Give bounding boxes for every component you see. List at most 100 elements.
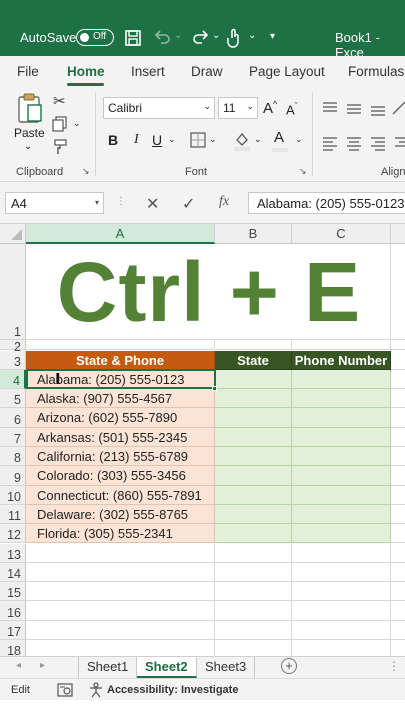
grid-cell[interactable] (215, 601, 292, 621)
grid-cell[interactable] (391, 601, 405, 621)
row-header-2[interactable]: 2 (0, 340, 26, 354)
grid-cell[interactable] (292, 562, 391, 583)
redo-icon[interactable] (191, 29, 211, 47)
table-header-cell[interactable]: State (215, 350, 292, 370)
state-cell[interactable] (215, 466, 292, 486)
name-box[interactable]: A4 ▾ (5, 192, 104, 214)
font-color-dropdown-icon[interactable]: ⌄ (295, 134, 303, 145)
sheet-tab-sheet3[interactable]: Sheet3 (197, 657, 256, 678)
scroll-left-icon[interactable]: ◂ (16, 660, 21, 671)
copy-dropdown-icon[interactable]: ⌄ (73, 118, 81, 129)
tab-draw[interactable]: Draw (191, 64, 223, 79)
accessibility-status[interactable]: Accessibility: Investigate (107, 684, 238, 696)
state-phone-cell[interactable]: Arizona: (602) 555-7890 (26, 408, 215, 428)
tab-page-layout[interactable]: Page Layout (249, 64, 325, 79)
column-header-c[interactable]: C (292, 224, 391, 244)
row-header-14[interactable]: 14 (0, 562, 26, 583)
underline-dropdown-icon[interactable]: ⌄ (168, 134, 176, 145)
row-header-16[interactable]: 16 (0, 601, 26, 621)
grid-cell[interactable] (26, 640, 215, 656)
autosave-toggle[interactable]: Off (76, 29, 114, 46)
grid-cell[interactable] (26, 340, 215, 350)
paste-icon[interactable] (16, 92, 44, 124)
phone-number-cell[interactable] (292, 408, 391, 428)
grid-cell[interactable] (292, 620, 391, 640)
state-phone-cell[interactable]: Alaska: (907) 555-4567 (26, 389, 215, 409)
grid-cell[interactable] (26, 601, 215, 621)
grid-cell[interactable] (391, 582, 405, 602)
state-cell[interactable] (215, 427, 292, 447)
state-cell[interactable] (215, 408, 292, 428)
row-header-10[interactable]: 10 (0, 485, 26, 505)
grid-cell[interactable] (391, 524, 405, 544)
grid-cell[interactable] (292, 543, 391, 563)
row-header-1[interactable]: 1 (0, 244, 26, 340)
bold-button[interactable]: B (108, 132, 118, 148)
grid-cell[interactable] (391, 408, 405, 428)
fill-color-icon[interactable] (233, 130, 251, 152)
paste-label[interactable]: Paste (14, 126, 45, 140)
state-phone-cell[interactable]: Colorado: (303) 555-3456 (26, 466, 215, 486)
grow-font-icon[interactable]: A^ (263, 99, 277, 117)
grid-cell[interactable] (391, 244, 405, 340)
grid-cell[interactable] (391, 640, 405, 656)
formula-bar-grip-icon[interactable]: ⋮ (116, 196, 126, 207)
format-painter-icon[interactable] (53, 139, 69, 155)
grid-cell[interactable] (292, 340, 391, 350)
state-cell[interactable] (215, 369, 292, 390)
row-header-9[interactable]: 9 (0, 466, 26, 486)
grid-cell[interactable] (391, 389, 405, 409)
column-header-a[interactable]: A (26, 224, 215, 244)
grid-cell[interactable] (391, 544, 405, 563)
grid-cell[interactable] (26, 620, 215, 640)
row-header-12[interactable]: 12 (0, 524, 26, 544)
font-name-dropdown-icon[interactable]: ⌄ (203, 101, 211, 112)
grid-cell[interactable] (215, 582, 292, 602)
column-header-b[interactable]: B (215, 224, 292, 244)
tab-formulas[interactable]: Formulas (348, 64, 404, 79)
phone-number-cell[interactable] (292, 524, 391, 544)
grid-cell[interactable] (391, 621, 405, 640)
grid-cell[interactable] (215, 543, 292, 563)
row-header-13[interactable]: 13 (0, 543, 26, 563)
state-cell[interactable] (215, 389, 292, 409)
underline-button[interactable]: U (152, 132, 162, 148)
row-header-8[interactable]: 8 (0, 447, 26, 467)
fill-handle[interactable] (212, 386, 217, 391)
table-header-cell[interactable]: Phone Number (292, 350, 391, 370)
state-phone-cell[interactable]: Connecticut: (860) 555-7891 (26, 485, 215, 505)
worksheet-grid[interactable]: A B C 1 2 3 4 5 6 7 8 9 10 11 12 13 14 15 16 17 18 State … (0, 224, 405, 656)
macro-record-icon[interactable] (57, 683, 73, 697)
phone-number-cell[interactable] (292, 447, 391, 467)
big-title-text[interactable]: Ctrl + E (27, 244, 391, 340)
borders-dropdown-icon[interactable]: ⌄ (209, 134, 217, 145)
undo-icon[interactable] (152, 29, 172, 47)
grid-cell[interactable] (26, 543, 215, 563)
sheet-options-icon[interactable]: ⋮ (388, 659, 400, 673)
table-header-cell[interactable]: State & Phone (26, 350, 215, 370)
paste-dropdown-icon[interactable]: ⌄ (24, 141, 32, 152)
grid-cell[interactable] (391, 466, 405, 486)
fill-color-dropdown-icon[interactable]: ⌄ (254, 134, 262, 145)
grid-cell[interactable] (215, 640, 292, 656)
redo-dropdown-icon[interactable]: ⌄ (212, 30, 220, 41)
grid-cell[interactable] (391, 486, 405, 505)
touch-dropdown-icon[interactable]: ⌄ (248, 30, 256, 41)
row-header-18[interactable]: 18 (0, 640, 26, 656)
grid-cell[interactable] (292, 640, 391, 656)
insert-function-icon[interactable]: fx (219, 194, 229, 210)
grid-cell[interactable] (391, 340, 405, 350)
add-sheet-icon[interactable]: + (281, 658, 297, 674)
grid-cell[interactable] (215, 340, 292, 350)
row-header-6[interactable]: 6 (0, 408, 26, 428)
grid-cell[interactable] (292, 582, 391, 602)
shrink-font-icon[interactable]: Aˇ (286, 101, 298, 117)
clipboard-launcher-icon[interactable]: ↘ (82, 166, 90, 177)
column-header-d[interactable] (391, 224, 405, 244)
grid-cell[interactable] (292, 601, 391, 621)
font-launcher-icon[interactable]: ↘ (299, 166, 307, 177)
state-cell[interactable] (215, 524, 292, 544)
tab-home[interactable]: Home (67, 64, 105, 79)
name-box-dropdown-icon[interactable]: ▾ (95, 198, 99, 207)
row-header-17[interactable]: 17 (0, 620, 26, 640)
